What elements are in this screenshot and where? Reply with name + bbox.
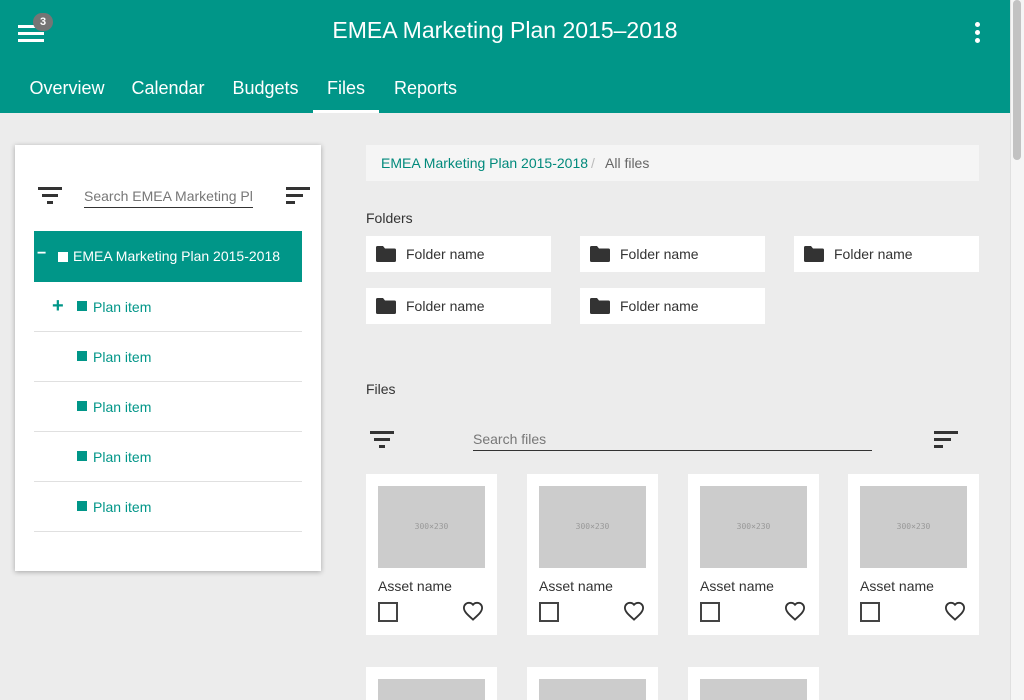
- square-icon: [77, 401, 87, 411]
- folder-tile[interactable]: Folder name: [580, 236, 765, 272]
- plan-search-input[interactable]: [84, 184, 253, 208]
- asset-card[interactable]: 300×230 Asset name: [848, 474, 979, 635]
- folder-tile[interactable]: Folder name: [794, 236, 979, 272]
- scrollbar-thumb[interactable]: [1013, 0, 1021, 160]
- asset-card[interactable]: 300×230 Asset name: [527, 474, 658, 635]
- page-title: EMEA Marketing Plan 2015–2018: [332, 17, 678, 43]
- tab-reports[interactable]: Reports: [382, 78, 469, 113]
- select-checkbox[interactable]: [539, 602, 559, 622]
- asset-card[interactable]: [688, 667, 819, 700]
- folder-icon: [590, 246, 610, 262]
- filter-icon[interactable]: [38, 186, 64, 206]
- select-checkbox[interactable]: [700, 602, 720, 622]
- tree-item-label: Plan item: [93, 399, 152, 415]
- folder-icon: [804, 246, 824, 262]
- files-filter-icon[interactable]: [370, 430, 396, 450]
- tab-label: Files: [326, 78, 365, 98]
- tab-label: Budgets: [232, 78, 299, 98]
- tree-item[interactable]: Plan item: [34, 332, 302, 382]
- folder-icon: [376, 298, 396, 314]
- tree-item-label: Plan item: [93, 499, 152, 515]
- folder-label: Folder name: [620, 246, 699, 262]
- breadcrumb-link[interactable]: EMEA Marketing Plan 2015-2018: [381, 155, 588, 171]
- heart-icon[interactable]: [462, 601, 484, 621]
- tree-item[interactable]: + Plan item: [34, 282, 302, 332]
- select-checkbox[interactable]: [860, 602, 880, 622]
- tree-item-label: Plan item: [93, 449, 152, 465]
- tree-item[interactable]: Plan item: [34, 482, 302, 532]
- asset-thumbnail: 300×230: [539, 486, 646, 568]
- tree-root-item[interactable]: − EMEA Marketing Plan 2015-2018: [34, 231, 302, 282]
- square-icon: [77, 301, 87, 311]
- square-icon: [77, 501, 87, 511]
- tab-calendar[interactable]: Calendar: [120, 78, 216, 113]
- folder-tile[interactable]: Folder name: [580, 288, 765, 324]
- tree-root-label: EMEA Marketing Plan 2015-2018: [73, 248, 281, 264]
- more-options-icon[interactable]: [968, 20, 988, 46]
- square-icon: [58, 252, 68, 262]
- tab-budgets[interactable]: Budgets: [220, 78, 311, 113]
- asset-card[interactable]: 300×230 Asset name: [688, 474, 819, 635]
- files-heading: Files: [366, 381, 396, 397]
- asset-thumbnail: 300×230: [378, 486, 485, 568]
- folder-icon: [376, 246, 396, 262]
- tab-overview[interactable]: Overview: [18, 78, 116, 113]
- tab-label: Calendar: [131, 78, 205, 98]
- folder-label: Folder name: [406, 298, 485, 314]
- folder-tile[interactable]: Folder name: [366, 236, 551, 272]
- heart-icon[interactable]: [623, 601, 645, 621]
- asset-name: Asset name: [378, 578, 452, 594]
- asset-card[interactable]: [527, 667, 658, 700]
- tab-files[interactable]: Files: [313, 78, 379, 113]
- folder-label: Folder name: [620, 298, 699, 314]
- files-search-input[interactable]: [473, 427, 872, 451]
- asset-thumbnail: [539, 679, 646, 700]
- folder-tile[interactable]: Folder name: [366, 288, 551, 324]
- sort-icon[interactable]: [286, 186, 312, 206]
- square-icon: [77, 351, 87, 361]
- folder-label: Folder name: [406, 246, 485, 262]
- tree-item[interactable]: Plan item: [34, 382, 302, 432]
- asset-card[interactable]: [366, 667, 497, 700]
- breadcrumb-separator: /: [591, 155, 595, 171]
- tab-label: Overview: [29, 78, 105, 98]
- asset-thumbnail: 300×230: [860, 486, 967, 568]
- tree-item-label: Plan item: [93, 299, 152, 315]
- files-sort-icon[interactable]: [934, 430, 960, 450]
- tab-label: Reports: [393, 78, 458, 98]
- folders-heading: Folders: [366, 210, 413, 226]
- asset-thumbnail: [700, 679, 807, 700]
- square-icon: [77, 451, 87, 461]
- asset-card[interactable]: 300×230 Asset name: [366, 474, 497, 635]
- collapse-icon[interactable]: −: [37, 245, 46, 263]
- folder-label: Folder name: [834, 246, 913, 262]
- folder-icon: [590, 298, 610, 314]
- tree-item-label: Plan item: [93, 349, 152, 365]
- asset-thumbnail: [378, 679, 485, 700]
- heart-icon[interactable]: [944, 601, 966, 621]
- heart-icon[interactable]: [784, 601, 806, 621]
- breadcrumb-current: All files: [605, 155, 650, 171]
- breadcrumb: EMEA Marketing Plan 2015-2018 / All file…: [366, 145, 979, 181]
- asset-thumbnail: 300×230: [700, 486, 807, 568]
- asset-name: Asset name: [539, 578, 613, 594]
- expand-icon[interactable]: +: [52, 295, 64, 318]
- select-checkbox[interactable]: [378, 602, 398, 622]
- asset-name: Asset name: [700, 578, 774, 594]
- tree-item[interactable]: Plan item: [34, 432, 302, 482]
- asset-name: Asset name: [860, 578, 934, 594]
